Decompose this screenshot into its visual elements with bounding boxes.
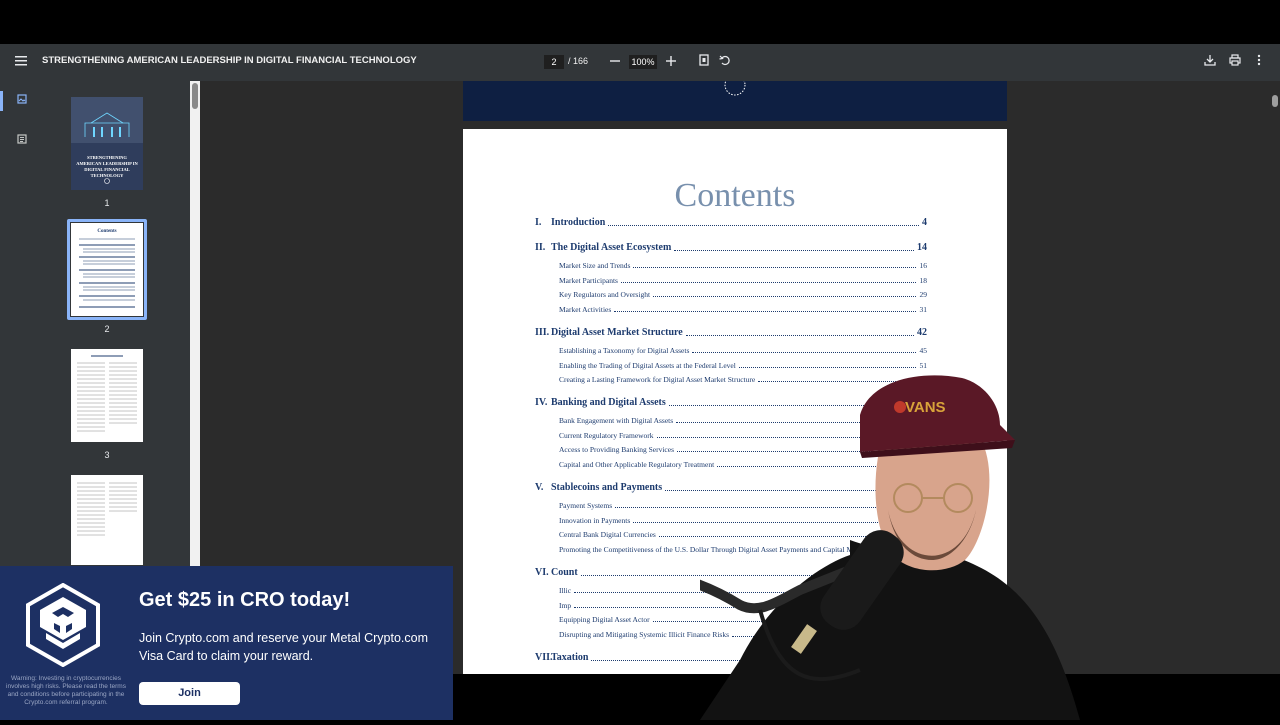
zoom-input[interactable]: 100% [629,55,657,69]
toc-section-title: Digital Asset Market Structure [551,327,683,338]
sidebar-scrollbar-thumb[interactable] [192,83,198,109]
toc-subsection-title: Central Bank Digital Currencies [559,530,656,539]
toc-page-number: 14 [917,242,927,253]
toc-section-title: Introduction [551,217,606,228]
page-1-bottom [463,74,1007,121]
toc-section-numeral: IV. [535,397,548,408]
zoom-out-icon[interactable] [605,52,625,72]
toc-section-numeral: I. [535,217,542,228]
toc-subsection[interactable]: Establishing a Taxonomy for Digital Asse… [559,346,927,355]
toc-subsection-title: Capital and Other Applicable Regulatory … [559,459,715,469]
download-icon[interactable] [1200,52,1220,72]
document-scrollbar[interactable] [1270,81,1280,674]
toc-section-title: Banking and Digital Assets [551,397,666,408]
zoom-in-icon[interactable] [661,52,681,72]
thumbnail-page-1[interactable]: STRENGTHENING AMERICAN LEADERSHIP IN DIG… [71,97,143,190]
toc-section[interactable]: III. Digital Asset Market Structure 42 [535,327,927,338]
toc-subsection-title: Market Participants [559,275,618,285]
toc-subsection-title: Market Size and Trends [559,261,631,270]
toc-leader-dots [633,267,916,268]
toc-subsection-title: Imp [559,600,572,610]
toc-section-title: The Digital Asset Ecosystem [551,242,672,253]
toc-subsection-title: Market Activities [559,304,612,314]
toc-section-numeral: VII. [535,652,553,663]
toc-subsection-title: Current Regulatory Framework [559,430,654,440]
cap-logo-text: VANS [905,399,946,416]
toc-leader-dots [608,225,919,226]
toc-leader-dots [621,281,916,283]
toc-page-number: 18 [919,275,928,285]
ad-risk-warning: Warning: Investing in cryptocurrencies i… [6,675,126,706]
toc-leader-dots [692,352,916,353]
toc-subsection-title: Equipping Digital Asset Actor [559,615,650,624]
toc-leader-dots [653,296,916,297]
rotate-icon[interactable] [715,52,735,72]
thumbnail-number: 2 [104,324,110,334]
toc-leader-dots [686,335,914,336]
toc-subsection-title: Establishing a Taxonomy for Digital Asse… [559,346,690,355]
thumbnail-number: 1 [104,198,110,208]
toc-subsection-title: Illic [559,586,572,595]
toc-subsection[interactable]: Market Activities 31 [559,305,927,314]
thumbnail-number: 3 [104,450,110,460]
toc-subsection[interactable]: Market Participants 18 [559,276,927,285]
document-scrollbar-thumb[interactable] [1272,95,1278,107]
toc-subsection-title: Innovation in Payments [559,515,631,525]
thumbnail-page-4[interactable] [71,475,143,565]
toc-section-numeral: III. [535,327,550,338]
toc-leader-dots [614,310,916,312]
join-button[interactable]: Join [139,682,240,705]
pdf-toolbar: STRENGTHENING AMERICAN LEADERSHIP IN DIG… [0,44,1280,81]
toc-page-number: 45 [919,346,928,355]
toc-section[interactable]: II. The Digital Asset Ecosystem 14 [535,242,927,253]
toc-section-title: Stablecoins and Payments [551,482,663,493]
streamer-webcam-with-microphone: VANS [573,360,1120,720]
document-title: STRENGTHENING AMERICAN LEADERSHIP IN DIG… [42,55,417,66]
menu-icon[interactable] [11,52,31,72]
thumbnail-cover-title: STRENGTHENING AMERICAN LEADERSHIP IN DIG… [76,155,138,178]
page-number-input[interactable]: 2 [544,55,564,69]
crypto-com-ad-banner[interactable]: Warning: Investing in cryptocurrencies i… [0,566,453,720]
page-total: / 166 [568,56,589,66]
toc-subsection-title: Bank Engagement with Digital Assets [559,416,674,425]
toc-page-number: 16 [919,261,928,270]
ad-headline: Get $25 in CRO today! [139,589,351,611]
thumbnail-page-3[interactable] [71,349,143,442]
toc-subsection[interactable]: Key Regulators and Oversight 29 [559,290,927,299]
outline-tab-icon[interactable] [14,133,30,149]
active-tab-indicator [0,91,3,111]
toc-leader-dots [674,250,914,251]
print-icon[interactable] [1225,52,1245,72]
toc-subsection-title: Key Regulators and Oversight [559,290,651,299]
crypto-com-logo [26,582,100,668]
toc-section-numeral: V. [535,482,544,493]
fit-page-icon[interactable] [694,52,714,72]
toc-subsection-title: Access to Providing Banking Services [559,445,674,454]
ad-body-text: Join Crypto.com and reserve your Metal C… [139,631,428,663]
thumbnails-tab-icon[interactable] [14,93,30,109]
toc-page-number: 42 [917,327,927,338]
toc-subsection[interactable]: Market Size and Trends 16 [559,261,927,270]
thumbnail-page-2[interactable]: Contents [71,223,143,316]
toc-page-number: 31 [919,304,928,314]
toc-section-title: Taxation [551,652,589,663]
contents-heading: Contents [674,177,796,214]
more-icon[interactable] [1249,52,1269,72]
toc-section[interactable]: I. Introduction 4 [535,217,927,228]
toc-section-numeral: VI. [535,567,549,578]
toc-subsection-title: Payment Systems [559,501,613,510]
toc-page-number: 29 [919,290,928,299]
video-frame: STRENGTHENING AMERICAN LEADERSHIP IN DIG… [0,0,1280,720]
toc-section-title: Count [551,567,578,578]
toc-section-numeral: II. [535,242,546,253]
toc-page-number: 4 [922,217,927,228]
